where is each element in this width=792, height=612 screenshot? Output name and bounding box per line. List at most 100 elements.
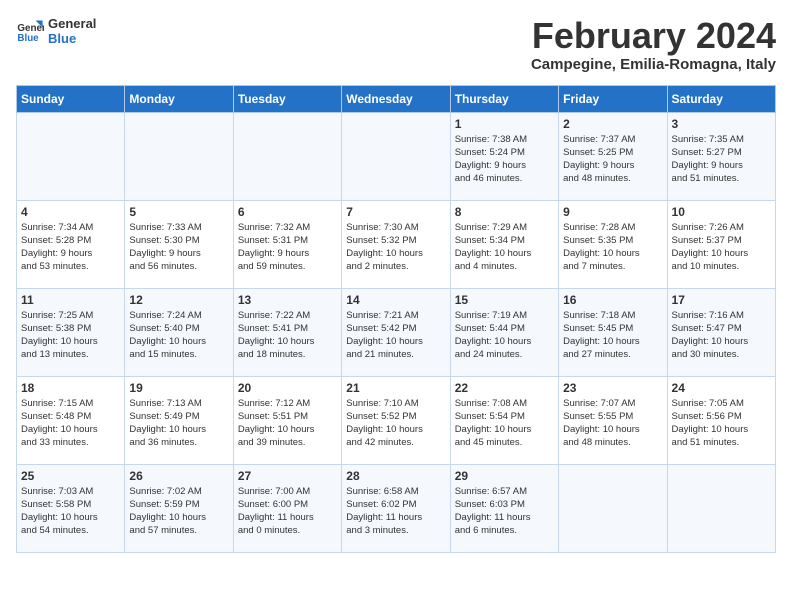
- day-number: 5: [129, 205, 228, 219]
- day-number: 23: [563, 381, 662, 395]
- day-number: 19: [129, 381, 228, 395]
- day-number: 27: [238, 469, 337, 483]
- calendar-cell: 27 Sunrise: 7:00 AMSunset: 6:00 PMDayligh…: [233, 464, 341, 552]
- logo-blue-text: Blue: [48, 31, 96, 46]
- day-number: 16: [563, 293, 662, 307]
- day-number: 24: [672, 381, 771, 395]
- header-day-friday: Friday: [559, 85, 667, 112]
- calendar-cell: 7 Sunrise: 7:30 AMSunset: 5:32 PMDaylight…: [342, 200, 450, 288]
- day-info: Sunrise: 7:30 AMSunset: 5:32 PMDaylight:…: [346, 221, 445, 274]
- day-info: Sunrise: 7:32 AMSunset: 5:31 PMDaylight:…: [238, 221, 337, 274]
- day-number: 2: [563, 117, 662, 131]
- day-info: Sunrise: 7:07 AMSunset: 5:55 PMDaylight:…: [563, 397, 662, 450]
- day-info: Sunrise: 7:37 AMSunset: 5:25 PMDaylight:…: [563, 133, 662, 186]
- day-info: Sunrise: 7:33 AMSunset: 5:30 PMDaylight:…: [129, 221, 228, 274]
- week-row-1: 1 Sunrise: 7:38 AMSunset: 5:24 PMDaylight…: [17, 112, 776, 200]
- day-number: 25: [21, 469, 120, 483]
- calendar-cell: 16 Sunrise: 7:18 AMSunset: 5:45 PMDayligh…: [559, 288, 667, 376]
- calendar-cell: 20 Sunrise: 7:12 AMSunset: 5:51 PMDayligh…: [233, 376, 341, 464]
- day-number: 13: [238, 293, 337, 307]
- day-number: 20: [238, 381, 337, 395]
- day-info: Sunrise: 7:15 AMSunset: 5:48 PMDaylight:…: [21, 397, 120, 450]
- calendar-cell: [342, 112, 450, 200]
- calendar-cell: 26 Sunrise: 7:02 AMSunset: 5:59 PMDayligh…: [125, 464, 233, 552]
- day-info: Sunrise: 7:13 AMSunset: 5:49 PMDaylight:…: [129, 397, 228, 450]
- calendar-cell: 19 Sunrise: 7:13 AMSunset: 5:49 PMDayligh…: [125, 376, 233, 464]
- calendar-cell: 29 Sunrise: 6:57 AMSunset: 6:03 PMDayligh…: [450, 464, 558, 552]
- day-number: 6: [238, 205, 337, 219]
- day-info: Sunrise: 7:19 AMSunset: 5:44 PMDaylight:…: [455, 309, 554, 362]
- calendar-body: 1 Sunrise: 7:38 AMSunset: 5:24 PMDaylight…: [17, 112, 776, 552]
- calendar-cell: 22Sunrise: 7:08 AMSunset: 5:54 PMDayligh…: [450, 376, 558, 464]
- calendar-cell: 18 Sunrise: 7:15 AMSunset: 5:48 PMDayligh…: [17, 376, 125, 464]
- day-number: 14: [346, 293, 445, 307]
- day-info: Sunrise: 7:22 AMSunset: 5:41 PMDaylight:…: [238, 309, 337, 362]
- day-info: Sunrise: 7:03 AMSunset: 5:58 PMDaylight:…: [21, 485, 120, 538]
- calendar-cell: 24 Sunrise: 7:05 AMSunset: 5:56 PMDayligh…: [667, 376, 775, 464]
- day-number: 15: [455, 293, 554, 307]
- day-info: Sunrise: 7:05 AMSunset: 5:56 PMDaylight:…: [672, 397, 771, 450]
- header: General Blue General Blue February 2024 …: [16, 16, 776, 73]
- day-info: Sunrise: 7:25 AMSunset: 5:38 PMDaylight:…: [21, 309, 120, 362]
- calendar-cell: 28 Sunrise: 6:58 AMSunset: 6:02 PMDayligh…: [342, 464, 450, 552]
- day-number: 26: [129, 469, 228, 483]
- header-day-saturday: Saturday: [667, 85, 775, 112]
- week-row-3: 11 Sunrise: 7:25 AMSunset: 5:38 PMDayligh…: [17, 288, 776, 376]
- week-row-4: 18 Sunrise: 7:15 AMSunset: 5:48 PMDayligh…: [17, 376, 776, 464]
- day-number: 17: [672, 293, 771, 307]
- calendar-header-row: SundayMondayTuesdayWednesdayThursdayFrid…: [17, 85, 776, 112]
- day-number: 4: [21, 205, 120, 219]
- calendar-table: SundayMondayTuesdayWednesdayThursdayFrid…: [16, 85, 776, 553]
- calendar-title: February 2024: [531, 16, 776, 56]
- day-number: 3: [672, 117, 771, 131]
- day-info: Sunrise: 7:12 AMSunset: 5:51 PMDaylight:…: [238, 397, 337, 450]
- day-number: 21: [346, 381, 445, 395]
- calendar-cell: 5 Sunrise: 7:33 AMSunset: 5:30 PMDaylight…: [125, 200, 233, 288]
- day-info: Sunrise: 7:21 AMSunset: 5:42 PMDaylight:…: [346, 309, 445, 362]
- calendar-cell: 11 Sunrise: 7:25 AMSunset: 5:38 PMDayligh…: [17, 288, 125, 376]
- day-info: Sunrise: 6:57 AMSunset: 6:03 PMDaylight:…: [455, 485, 554, 538]
- day-number: 29: [455, 469, 554, 483]
- calendar-cell: [559, 464, 667, 552]
- calendar-cell: [233, 112, 341, 200]
- calendar-cell: 1 Sunrise: 7:38 AMSunset: 5:24 PMDaylight…: [450, 112, 558, 200]
- day-info: Sunrise: 7:00 AMSunset: 6:00 PMDaylight:…: [238, 485, 337, 538]
- calendar-cell: 10 Sunrise: 7:26 AMSunset: 5:37 PMDayligh…: [667, 200, 775, 288]
- day-number: 22: [455, 381, 554, 395]
- day-number: 11: [21, 293, 120, 307]
- day-info: Sunrise: 7:38 AMSunset: 5:24 PMDaylight:…: [455, 133, 554, 186]
- day-number: 10: [672, 205, 771, 219]
- day-info: Sunrise: 7:34 AMSunset: 5:28 PMDaylight:…: [21, 221, 120, 274]
- day-number: 18: [21, 381, 120, 395]
- calendar-cell: 23 Sunrise: 7:07 AMSunset: 5:55 PMDayligh…: [559, 376, 667, 464]
- calendar-cell: [125, 112, 233, 200]
- calendar-cell: 25 Sunrise: 7:03 AMSunset: 5:58 PMDayligh…: [17, 464, 125, 552]
- day-info: Sunrise: 7:26 AMSunset: 5:37 PMDaylight:…: [672, 221, 771, 274]
- header-day-thursday: Thursday: [450, 85, 558, 112]
- day-info: Sunrise: 7:18 AMSunset: 5:45 PMDaylight:…: [563, 309, 662, 362]
- calendar-cell: 14 Sunrise: 7:21 AMSunset: 5:42 PMDayligh…: [342, 288, 450, 376]
- calendar-cell: 2 Sunrise: 7:37 AMSunset: 5:25 PMDaylight…: [559, 112, 667, 200]
- calendar-cell: 8Sunrise: 7:29 AMSunset: 5:34 PMDaylight…: [450, 200, 558, 288]
- logo: General Blue General Blue: [16, 16, 96, 46]
- day-info: Sunrise: 7:35 AMSunset: 5:27 PMDaylight:…: [672, 133, 771, 186]
- calendar-cell: 15 Sunrise: 7:19 AMSunset: 5:44 PMDayligh…: [450, 288, 558, 376]
- header-day-tuesday: Tuesday: [233, 85, 341, 112]
- calendar-cell: [17, 112, 125, 200]
- header-day-sunday: Sunday: [17, 85, 125, 112]
- svg-text:Blue: Blue: [17, 33, 39, 44]
- day-number: 1: [455, 117, 554, 131]
- day-number: 28: [346, 469, 445, 483]
- day-info: Sunrise: 7:02 AMSunset: 5:59 PMDaylight:…: [129, 485, 228, 538]
- calendar-cell: [667, 464, 775, 552]
- day-info: Sunrise: 7:29 AMSunset: 5:34 PMDaylight:…: [455, 221, 554, 274]
- title-area: February 2024 Campegine, Emilia-Romagna,…: [531, 16, 776, 73]
- calendar-cell: 17Sunrise: 7:16 AMSunset: 5:47 PMDayligh…: [667, 288, 775, 376]
- day-info: Sunrise: 6:58 AMSunset: 6:02 PMDaylight:…: [346, 485, 445, 538]
- week-row-2: 4 Sunrise: 7:34 AMSunset: 5:28 PMDaylight…: [17, 200, 776, 288]
- calendar-cell: 3 Sunrise: 7:35 AMSunset: 5:27 PMDaylight…: [667, 112, 775, 200]
- calendar-cell: 6 Sunrise: 7:32 AMSunset: 5:31 PMDaylight…: [233, 200, 341, 288]
- day-number: 12: [129, 293, 228, 307]
- day-number: 7: [346, 205, 445, 219]
- day-info: Sunrise: 7:10 AMSunset: 5:52 PMDaylight:…: [346, 397, 445, 450]
